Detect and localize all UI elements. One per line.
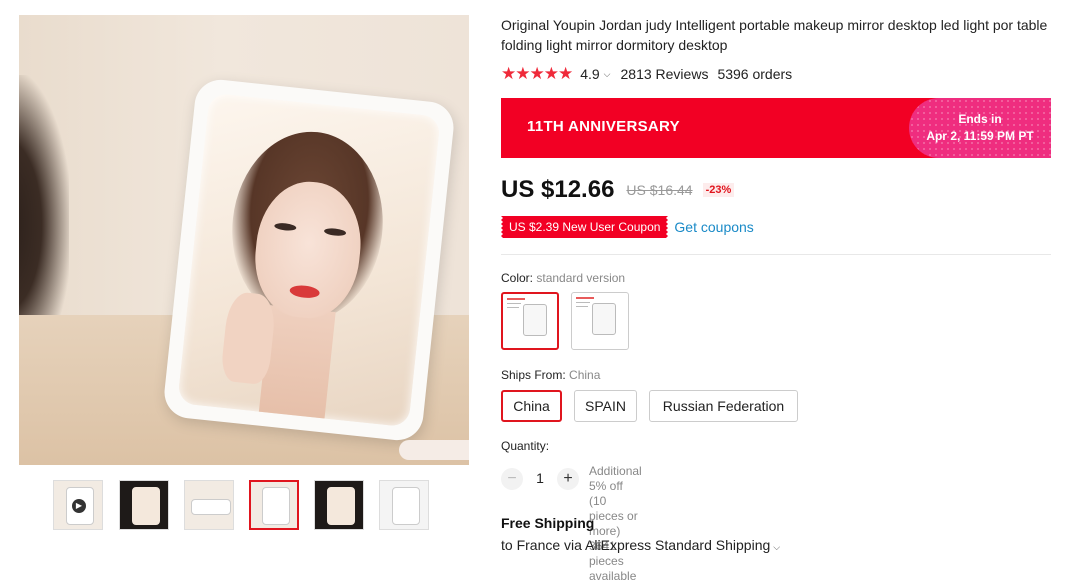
reviews-count[interactable]: 2813 Reviews	[621, 64, 709, 84]
shipping-method-text: to France via AliExpress Standard Shippi…	[501, 537, 771, 553]
ships-from-selected: China	[569, 368, 601, 382]
swatch-text-line	[576, 306, 588, 307]
increase-quantity-button[interactable]: +	[557, 468, 579, 490]
promo-ends-time: Apr 2, 11:59 PM PT	[926, 129, 1034, 143]
chevron-down-icon: ⌵	[773, 542, 781, 552]
ship-option-china[interactable]: China	[501, 390, 562, 422]
color-swatch-variant-2[interactable]	[571, 292, 629, 350]
quantity-value[interactable]: 1	[531, 470, 549, 486]
thumbnail-mirror	[262, 487, 290, 525]
thumbnail-mirror	[191, 499, 231, 515]
mirror-glass	[177, 92, 441, 428]
rating-value[interactable]: 4.9	[580, 64, 599, 84]
product-main-image[interactable]	[19, 15, 469, 465]
thumbnail-mirror	[327, 487, 355, 525]
color-label-row: Color: standard version	[501, 271, 625, 285]
swatch-mirror	[592, 303, 616, 335]
quantity-label: Quantity:	[501, 439, 550, 453]
current-price: US $12.66	[501, 176, 615, 203]
thumbnail-mirror	[132, 487, 160, 525]
section-divider	[501, 254, 1051, 255]
thumbnail-5[interactable]	[314, 480, 364, 530]
thumbnail-4[interactable]	[249, 480, 299, 530]
free-shipping-title: Free Shipping	[501, 515, 595, 531]
thumbnail-mirror	[392, 487, 420, 525]
color-selected-value: standard version	[536, 271, 626, 285]
star-rating-icon: ★★★★★	[501, 64, 573, 83]
get-coupons-link[interactable]: Get coupons	[674, 219, 753, 235]
thumbnail-6[interactable]	[379, 480, 429, 530]
play-video-icon: ▶	[72, 499, 86, 513]
swatch-text-line	[507, 303, 521, 304]
thumbnail-1[interactable]: ▶	[53, 480, 103, 530]
bulk-discount-note: Additional 5% off (10 pieces or more)	[589, 464, 642, 538]
swatch-mirror	[523, 304, 547, 336]
ships-from-label-row: Ships From: China	[501, 368, 600, 382]
shipping-method[interactable]: to France via AliExpress Standard Shippi…	[501, 537, 780, 553]
thumbnail-2[interactable]	[119, 480, 169, 530]
chevron-down-icon[interactable]: ⌵	[604, 64, 611, 84]
coupon-row: US $2.39 New User Coupon Get coupons	[501, 216, 754, 238]
product-title: Original Youpin Jordan judy Intelligent …	[501, 17, 1048, 53]
thumbnail-strip: ▶	[53, 480, 443, 534]
promo-ends-label: Ends in	[958, 112, 1002, 126]
swatch-text-line	[576, 297, 594, 299]
rating-row: ★★★★★ 4.9 ⌵ 2813 Reviews 5396 orders	[501, 64, 792, 84]
promo-banner: 11TH ANNIVERSARY Ends in Apr 2, 11:59 PM…	[501, 98, 1051, 158]
new-user-coupon[interactable]: US $2.39 New User Coupon	[501, 216, 669, 238]
ship-option-russia[interactable]: Russian Federation	[649, 390, 798, 422]
price-row: US $12.66 US $16.44 -23%	[501, 175, 735, 205]
promo-countdown: Ends in Apr 2, 11:59 PM PT	[909, 98, 1051, 158]
swatch-text-line	[576, 302, 590, 303]
swatch-text-line	[507, 298, 525, 300]
decrease-quantity-button[interactable]: −	[501, 468, 523, 490]
thumbnail-3[interactable]	[184, 480, 234, 530]
promo-title: 11TH ANNIVERSARY	[527, 118, 680, 135]
ships-from-label: Ships From:	[501, 368, 566, 382]
ship-option-spain[interactable]: SPAIN	[574, 390, 637, 422]
color-swatch-standard[interactable]	[501, 292, 559, 350]
original-price: US $16.44	[626, 182, 693, 198]
color-label: Color:	[501, 271, 534, 285]
swatch-text-line	[507, 307, 519, 308]
lipstick-object	[399, 440, 469, 460]
discount-badge: -23%	[702, 183, 735, 197]
quantity-note: Additional 5% off (10 pieces or more) 36…	[589, 464, 642, 584]
mirror-frame	[161, 77, 457, 443]
orders-count: 5396 orders	[717, 66, 793, 82]
